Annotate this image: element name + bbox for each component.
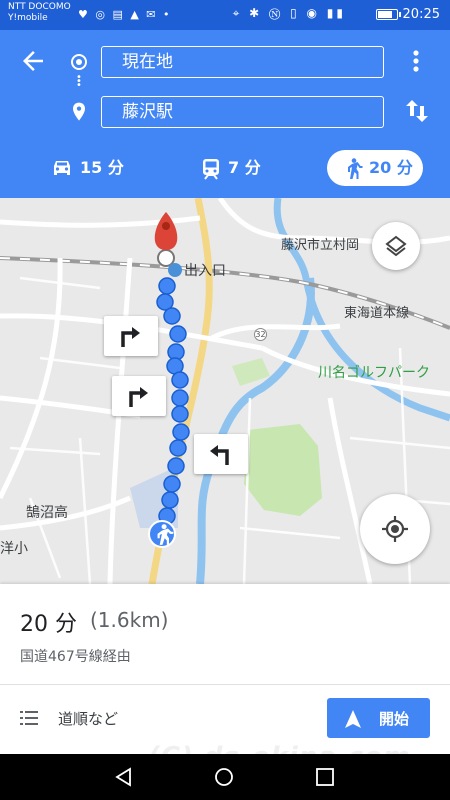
map-label-school: 鵠沼高 (26, 505, 68, 521)
route-dot (169, 325, 187, 343)
system-nav-bar (0, 754, 450, 800)
destination-pin-icon (73, 102, 85, 121)
status-bar: NTT DOCOMO Y!mobile ♥ ◎ ▤ ▲ ✉ • ⌖ ✱ Ⓝ ▯ … (0, 0, 450, 30)
carrier-secondary: Y!mobile (8, 13, 48, 23)
mode-walk-label: 20 分 (369, 158, 413, 177)
clock: 20:25 (402, 7, 440, 22)
layers-icon (385, 235, 407, 257)
train-icon (203, 159, 219, 180)
system-icons: ⌖ ✱ Ⓝ ▯ ◉ ▮▮ (232, 6, 346, 20)
route-dot (158, 277, 176, 295)
swap-vert-icon (406, 100, 428, 122)
map-view[interactable]: 藤沢市立村岡 出入口 東海道本線 川名ゴルフパーク 鵠沼高 洋小 32 (0, 198, 450, 584)
map-label-railway: 東海道本線 (344, 306, 410, 321)
notification-icons: ♥ ◎ ▤ ▲ ✉ • (78, 8, 172, 21)
battery-level-fill (378, 11, 392, 18)
mode-car[interactable]: 15 分 (46, 150, 136, 186)
car-icon (54, 161, 70, 175)
recents-square-icon[interactable] (315, 767, 335, 787)
map-label-golf: 川名ゴルフパーク (318, 365, 430, 381)
directions-header: • • • 現在地 藤沢駅 15 分 7 分 20 分 (0, 30, 450, 198)
swap-button[interactable] (403, 96, 431, 126)
connector-dots-icon: • • • (76, 72, 82, 91)
route-dot (163, 307, 181, 325)
start-navigation-button[interactable]: 開始 (327, 698, 430, 738)
carrier-primary: NTT DOCOMO (8, 2, 71, 12)
route-summary-sheet[interactable]: 20 分 (1.6km) 国道467号線経由 道順など 開始 (0, 584, 450, 754)
route-via: 国道467号線経由 (20, 649, 131, 665)
divider (0, 684, 450, 685)
destination-field[interactable]: 藤沢駅 (101, 96, 384, 128)
route-dot (169, 439, 187, 457)
mode-car-label: 15 分 (80, 158, 124, 177)
more-vert-icon (413, 50, 419, 72)
current-location-walker-icon (148, 520, 176, 548)
turn-right-icon (129, 387, 148, 407)
route-dot (171, 371, 189, 389)
route-dot (163, 475, 181, 493)
origin-dot-icon (71, 54, 87, 70)
origin-field[interactable]: 現在地 (101, 46, 384, 78)
mode-train[interactable]: 7 分 (194, 150, 274, 186)
route-dot (171, 405, 189, 423)
route-shield: 32 (254, 328, 267, 341)
steps-label: 道順など (58, 710, 119, 728)
route-dot (161, 491, 179, 509)
steps-button[interactable]: 道順など (20, 698, 220, 738)
walk-icon (157, 524, 174, 545)
back-triangle-icon[interactable] (114, 767, 134, 787)
home-circle-icon[interactable] (214, 767, 234, 787)
route-dot (167, 457, 185, 475)
my-location-button[interactable] (360, 494, 430, 564)
mode-walk[interactable]: 20 分 (327, 150, 423, 186)
map-label-entrance: 出入口 (184, 263, 226, 279)
turn-right-card-2[interactable] (112, 376, 166, 416)
map-label-school2: 洋小 (0, 541, 28, 557)
layers-button[interactable] (372, 222, 420, 270)
map-label-library: 藤沢市立村岡 (281, 238, 360, 253)
navigation-arrow-icon (345, 710, 361, 728)
list-icon (20, 711, 38, 725)
turn-right-icon (121, 327, 140, 347)
my-location-icon (382, 516, 408, 542)
turn-left-icon (210, 445, 229, 465)
turn-right-card-1[interactable] (104, 316, 158, 356)
battery-icon (376, 9, 401, 20)
start-label: 開始 (379, 710, 410, 728)
walk-icon (348, 158, 363, 179)
back-button[interactable] (18, 46, 48, 76)
route-dot (171, 389, 189, 407)
carrier-info: NTT DOCOMO Y!mobile (8, 2, 71, 24)
more-options-button[interactable] (408, 46, 424, 76)
turn-left-card[interactable] (194, 434, 248, 474)
route-dot (172, 423, 190, 441)
arrow-back-icon (23, 51, 43, 71)
mode-train-label: 7 分 (228, 158, 261, 177)
route-distance: (1.6km) (90, 608, 169, 632)
route-duration: 20 分 (20, 612, 77, 637)
